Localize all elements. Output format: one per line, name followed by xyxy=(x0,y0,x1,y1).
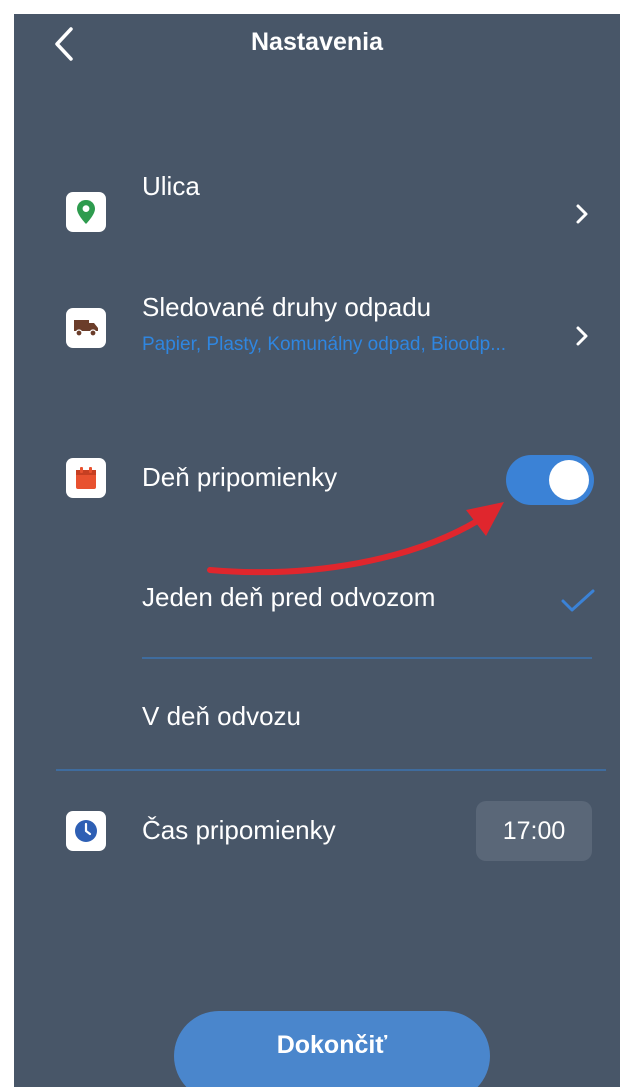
header-bar: Nastavenia xyxy=(14,14,620,70)
waste-types-label: Sledované druhy odpadu xyxy=(142,292,432,322)
street-icon-tile xyxy=(66,192,106,232)
settings-screen: Nastavenia Ulica Sledované druhy odpadu … xyxy=(14,14,620,1087)
street-row[interactable]: Ulica xyxy=(14,164,620,254)
reminder-time-value[interactable]: 17:00 xyxy=(476,801,592,861)
reminder-time-icon-tile xyxy=(66,811,106,851)
checkmark-icon xyxy=(561,589,595,612)
option-day-before[interactable]: Jeden deň pred odvozom xyxy=(14,564,620,654)
location-pin-icon xyxy=(77,200,95,224)
reminder-day-icon-tile xyxy=(66,458,106,498)
reminder-day-label: Deň pripomienky xyxy=(142,462,338,492)
truck-icon xyxy=(74,320,98,337)
street-label: Ulica xyxy=(142,171,200,201)
reminder-time-label: Čas pripomienky xyxy=(142,815,336,845)
waste-types-subtitle: Papier, Plasty, Komunálny odpad, Bioodp.… xyxy=(142,334,507,355)
option-pickup-day[interactable]: V deň odvozu xyxy=(14,674,620,754)
clock-icon xyxy=(75,820,97,842)
calendar-icon xyxy=(76,467,96,489)
section-divider xyxy=(56,769,606,771)
toggle-knob xyxy=(549,460,589,500)
waste-types-icon-tile xyxy=(66,308,106,348)
option-label: Jeden deň pred odvozom xyxy=(142,582,436,612)
option-divider xyxy=(142,657,592,659)
done-button[interactable]: Dokončiť xyxy=(174,1011,490,1087)
chevron-right-icon xyxy=(576,326,588,346)
reminder-day-toggle[interactable] xyxy=(506,455,594,505)
option-label: V deň odvozu xyxy=(142,701,302,731)
chevron-right-icon xyxy=(576,204,588,224)
waste-types-row[interactable]: Sledované druhy odpadu Papier, Plasty, K… xyxy=(14,284,620,384)
page-title: Nastavenia xyxy=(250,28,384,56)
